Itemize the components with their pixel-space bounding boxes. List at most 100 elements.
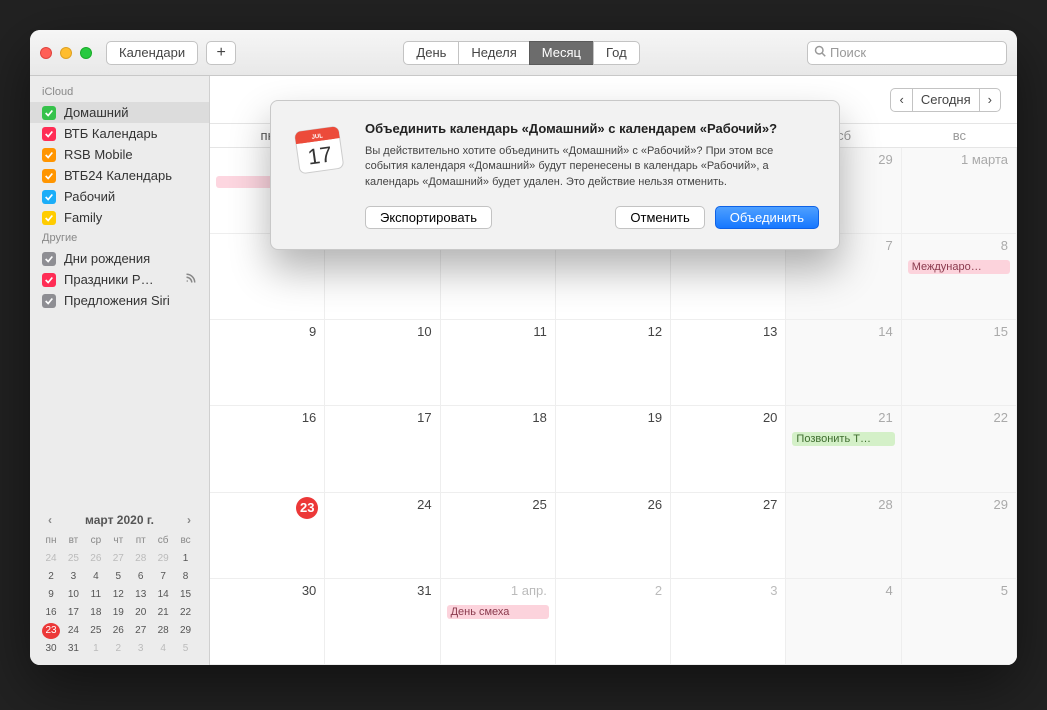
- minimize-icon[interactable]: [60, 47, 72, 59]
- mini-day[interactable]: 27: [109, 551, 127, 567]
- mini-day[interactable]: 24: [64, 623, 82, 639]
- calendar-checkbox-icon[interactable]: [42, 273, 56, 287]
- mini-day[interactable]: 3: [132, 641, 150, 657]
- view-month[interactable]: Месяц: [529, 41, 593, 65]
- mini-day[interactable]: 4: [154, 641, 172, 657]
- day-cell[interactable]: 16: [210, 406, 325, 492]
- mini-day[interactable]: 27: [132, 623, 150, 639]
- mini-day[interactable]: 4: [87, 569, 105, 585]
- calendar-checkbox-icon[interactable]: [42, 169, 56, 183]
- day-cell[interactable]: 1 апр.День смеха: [441, 579, 556, 665]
- calendar-checkbox-icon[interactable]: [42, 148, 56, 162]
- mini-day[interactable]: 10: [64, 587, 82, 603]
- mini-day[interactable]: 15: [177, 587, 195, 603]
- calendar-checkbox-icon[interactable]: [42, 190, 56, 204]
- day-cell[interactable]: 3: [671, 579, 786, 665]
- next-month-button[interactable]: ›: [980, 88, 1001, 112]
- close-icon[interactable]: [40, 47, 52, 59]
- export-button[interactable]: Экспортировать: [365, 206, 492, 229]
- day-cell[interactable]: 15: [902, 320, 1017, 406]
- day-cell[interactable]: 20: [671, 406, 786, 492]
- mini-day[interactable]: 29: [177, 623, 195, 639]
- mini-day[interactable]: 12: [109, 587, 127, 603]
- mini-day[interactable]: 28: [154, 623, 172, 639]
- day-cell[interactable]: 19: [556, 406, 671, 492]
- mini-day[interactable]: 5: [177, 641, 195, 657]
- mini-day[interactable]: 1: [87, 641, 105, 657]
- sidebar-calendar-item[interactable]: ВТБ24 Календарь: [30, 165, 209, 186]
- fullscreen-icon[interactable]: [80, 47, 92, 59]
- mini-day[interactable]: 13: [132, 587, 150, 603]
- today-button[interactable]: Сегодня: [913, 88, 980, 112]
- mini-prev[interactable]: ‹: [42, 513, 58, 527]
- day-cell[interactable]: 9: [210, 320, 325, 406]
- mini-day[interactable]: 23: [42, 623, 60, 639]
- sidebar-calendar-item[interactable]: Домашний: [30, 102, 209, 123]
- day-cell[interactable]: 21Позвонить Т…: [786, 406, 901, 492]
- mini-day[interactable]: 25: [87, 623, 105, 639]
- search-input[interactable]: Поиск: [807, 41, 1007, 65]
- calendar-checkbox-icon[interactable]: [42, 252, 56, 266]
- view-week[interactable]: Неделя: [458, 41, 528, 65]
- mini-day[interactable]: 11: [87, 587, 105, 603]
- mini-day[interactable]: 3: [64, 569, 82, 585]
- event-pill[interactable]: День смеха: [447, 605, 549, 619]
- mini-day[interactable]: 2: [42, 569, 60, 585]
- day-cell[interactable]: 23: [210, 493, 325, 579]
- mini-day[interactable]: 26: [109, 623, 127, 639]
- mini-day[interactable]: 22: [177, 605, 195, 621]
- calendar-checkbox-icon[interactable]: [42, 211, 56, 225]
- day-cell[interactable]: 12: [556, 320, 671, 406]
- day-cell[interactable]: 27: [671, 493, 786, 579]
- mini-day[interactable]: 9: [42, 587, 60, 603]
- sidebar-calendar-item[interactable]: ВТБ Календарь: [30, 123, 209, 144]
- day-cell[interactable]: 5: [902, 579, 1017, 665]
- mini-day[interactable]: 30: [42, 641, 60, 657]
- mini-day[interactable]: 25: [64, 551, 82, 567]
- add-button[interactable]: +: [206, 41, 236, 65]
- sidebar-calendar-item[interactable]: Предложения Siri: [30, 290, 209, 311]
- mini-day[interactable]: 16: [42, 605, 60, 621]
- day-cell[interactable]: 14: [786, 320, 901, 406]
- view-year[interactable]: Год: [593, 41, 640, 65]
- view-day[interactable]: День: [403, 41, 458, 65]
- day-cell[interactable]: 28: [786, 493, 901, 579]
- prev-month-button[interactable]: ‹: [890, 88, 912, 112]
- mini-day[interactable]: 6: [132, 569, 150, 585]
- mini-day[interactable]: 29: [154, 551, 172, 567]
- day-cell[interactable]: 4: [786, 579, 901, 665]
- day-cell[interactable]: 18: [441, 406, 556, 492]
- calendar-checkbox-icon[interactable]: [42, 294, 56, 308]
- day-cell[interactable]: 11: [441, 320, 556, 406]
- day-cell[interactable]: 30: [210, 579, 325, 665]
- sidebar-calendar-item[interactable]: Дни рождения: [30, 248, 209, 269]
- cancel-button[interactable]: Отменить: [615, 206, 704, 229]
- mini-day[interactable]: 1: [177, 551, 195, 567]
- day-cell[interactable]: 17: [325, 406, 440, 492]
- day-cell[interactable]: 31: [325, 579, 440, 665]
- mini-day[interactable]: 28: [132, 551, 150, 567]
- mini-day[interactable]: 5: [109, 569, 127, 585]
- day-cell[interactable]: 22: [902, 406, 1017, 492]
- mini-day[interactable]: 19: [109, 605, 127, 621]
- mini-day[interactable]: 8: [177, 569, 195, 585]
- mini-day[interactable]: 24: [42, 551, 60, 567]
- sidebar-calendar-item[interactable]: Праздники Р…: [30, 269, 209, 290]
- mini-day[interactable]: 21: [154, 605, 172, 621]
- calendar-checkbox-icon[interactable]: [42, 106, 56, 120]
- day-cell[interactable]: 8Междунаро…: [902, 234, 1017, 320]
- sidebar-calendar-item[interactable]: Family: [30, 207, 209, 228]
- mini-day[interactable]: 31: [64, 641, 82, 657]
- day-cell[interactable]: 2: [556, 579, 671, 665]
- sidebar-calendar-item[interactable]: Рабочий: [30, 186, 209, 207]
- merge-button[interactable]: Объединить: [715, 206, 819, 229]
- sidebar-calendar-item[interactable]: RSB Mobile: [30, 144, 209, 165]
- day-cell[interactable]: 1 марта: [902, 148, 1017, 234]
- day-cell[interactable]: 24: [325, 493, 440, 579]
- mini-day[interactable]: 18: [87, 605, 105, 621]
- mini-day[interactable]: 26: [87, 551, 105, 567]
- day-cell[interactable]: 25: [441, 493, 556, 579]
- mini-day[interactable]: 14: [154, 587, 172, 603]
- day-cell[interactable]: 26: [556, 493, 671, 579]
- event-pill[interactable]: [216, 176, 277, 188]
